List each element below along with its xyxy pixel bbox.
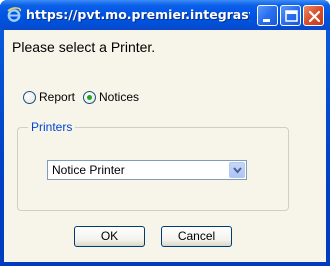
printer-select[interactable]: Notice Printer — [47, 160, 247, 180]
close-button[interactable] — [303, 5, 324, 26]
maximize-button[interactable] — [280, 5, 301, 26]
radio-report[interactable]: Report — [23, 89, 75, 105]
printers-legend: Printers — [28, 120, 76, 134]
maximize-icon — [285, 10, 298, 22]
radio-notices-label: Notices — [99, 90, 140, 104]
radio-notices[interactable]: Notices — [83, 89, 139, 105]
window-title: https://pvt.mo.premier.integrasys... — [26, 7, 250, 22]
radio-notices-control[interactable] — [83, 90, 96, 104]
dialog-window: https://pvt.mo.premier.integrasys... Ple… — [0, 0, 330, 266]
minimize-icon — [263, 19, 270, 22]
chevron-down-icon — [233, 167, 242, 174]
radio-report-control[interactable] — [23, 90, 36, 104]
ok-button[interactable]: OK — [74, 226, 145, 247]
ie-icon — [6, 7, 22, 23]
select-dropdown-button[interactable] — [229, 162, 245, 178]
close-icon — [308, 10, 321, 23]
title-bar[interactable]: https://pvt.mo.premier.integrasys... — [0, 0, 330, 30]
printer-select-value: Notice Printer — [52, 163, 125, 177]
dialog-body: Please select a Printer. Report Notices … — [4, 30, 326, 262]
dialog-heading: Please select a Printer. — [12, 39, 156, 55]
cancel-button[interactable]: Cancel — [161, 226, 232, 247]
printers-group: Printers Notice Printer — [17, 120, 289, 211]
minimize-button[interactable] — [257, 5, 278, 26]
radio-report-label: Report — [39, 90, 76, 104]
